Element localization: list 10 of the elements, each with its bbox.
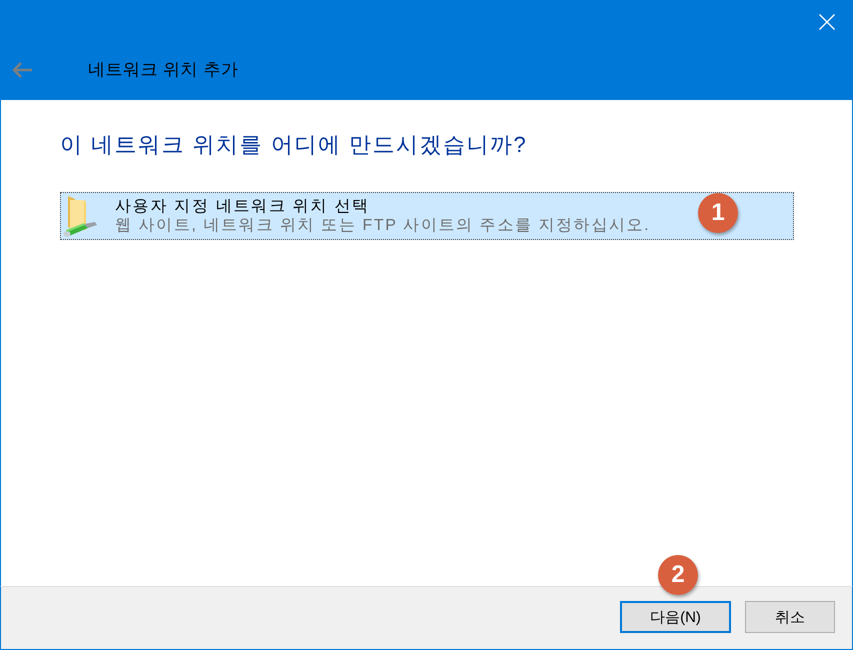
option-description: 웹 사이트, 네트워크 위치 또는 FTP 사이트의 주소를 지정하십시오. — [115, 216, 650, 235]
cancel-button[interactable]: 취소 — [745, 601, 835, 633]
next-button[interactable]: 다음(N) — [620, 601, 731, 633]
option-title: 사용자 지정 네트워크 위치 선택 — [115, 197, 371, 216]
close-icon[interactable] — [819, 14, 835, 30]
number-badge: 1 — [698, 193, 738, 233]
network-location-option[interactable]: 사용자 지정 네트워크 위치 선택 웹 사이트, 네트워크 위치 또는 FTP 사이트의 주소를 지정하십시오. 1 — [60, 192, 794, 240]
window-title: 네트워크 위치 추가 — [88, 59, 238, 81]
page-heading: 이 네트워크 위치를 어디에 만드시겠습니까? — [60, 131, 528, 159]
network-folder-icon — [62, 194, 98, 238]
